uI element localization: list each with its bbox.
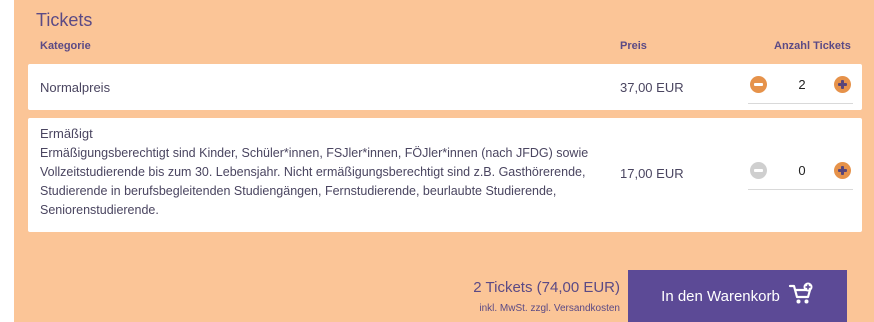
plus-icon bbox=[841, 166, 844, 175]
column-header-price: Preis bbox=[620, 40, 647, 52]
increase-quantity-button[interactable] bbox=[834, 76, 851, 93]
add-to-cart-button[interactable]: In den Warenkorb bbox=[628, 270, 847, 322]
increase-quantity-button[interactable] bbox=[834, 162, 851, 179]
quantity-stepper: 0 bbox=[748, 160, 853, 190]
quantity-value[interactable]: 2 bbox=[792, 77, 812, 92]
stepper-underline bbox=[748, 103, 853, 104]
decrease-quantity-button[interactable] bbox=[750, 162, 767, 179]
ticket-row-ermaessigt: Ermäßigt Ermäßigungsberechtigt sind Kind… bbox=[28, 118, 862, 232]
ticket-row-normalpreis: Normalpreis 37,00 EUR 2 bbox=[28, 64, 862, 110]
tax-note: inkl. MwSt. zzgl. Versandkosten bbox=[479, 303, 620, 314]
minus-icon bbox=[754, 169, 763, 172]
section-title: Tickets bbox=[36, 10, 93, 30]
ticket-category-label: Normalpreis bbox=[40, 80, 111, 95]
decrease-quantity-button[interactable] bbox=[750, 76, 767, 93]
order-total: 2 Tickets (74,00 EUR) bbox=[473, 279, 620, 296]
quantity-stepper: 2 bbox=[748, 74, 853, 104]
cart-plus-icon bbox=[788, 282, 814, 310]
stepper-underline bbox=[748, 189, 853, 190]
column-header-quantity: Anzahl Tickets bbox=[774, 40, 851, 52]
ticket-price: 37,00 EUR bbox=[620, 80, 684, 95]
ticket-price: 17,00 EUR bbox=[620, 166, 684, 181]
column-header-category: Kategorie bbox=[40, 40, 91, 52]
add-to-cart-label: In den Warenkorb bbox=[661, 287, 780, 305]
ticket-category-label: Ermäßigt bbox=[40, 126, 93, 141]
quantity-value[interactable]: 0 bbox=[792, 163, 812, 178]
plus-icon bbox=[841, 80, 844, 89]
minus-icon bbox=[754, 83, 763, 86]
ticket-category-description: Ermäßigungsberechtigt sind Kinder, Schül… bbox=[40, 146, 589, 217]
